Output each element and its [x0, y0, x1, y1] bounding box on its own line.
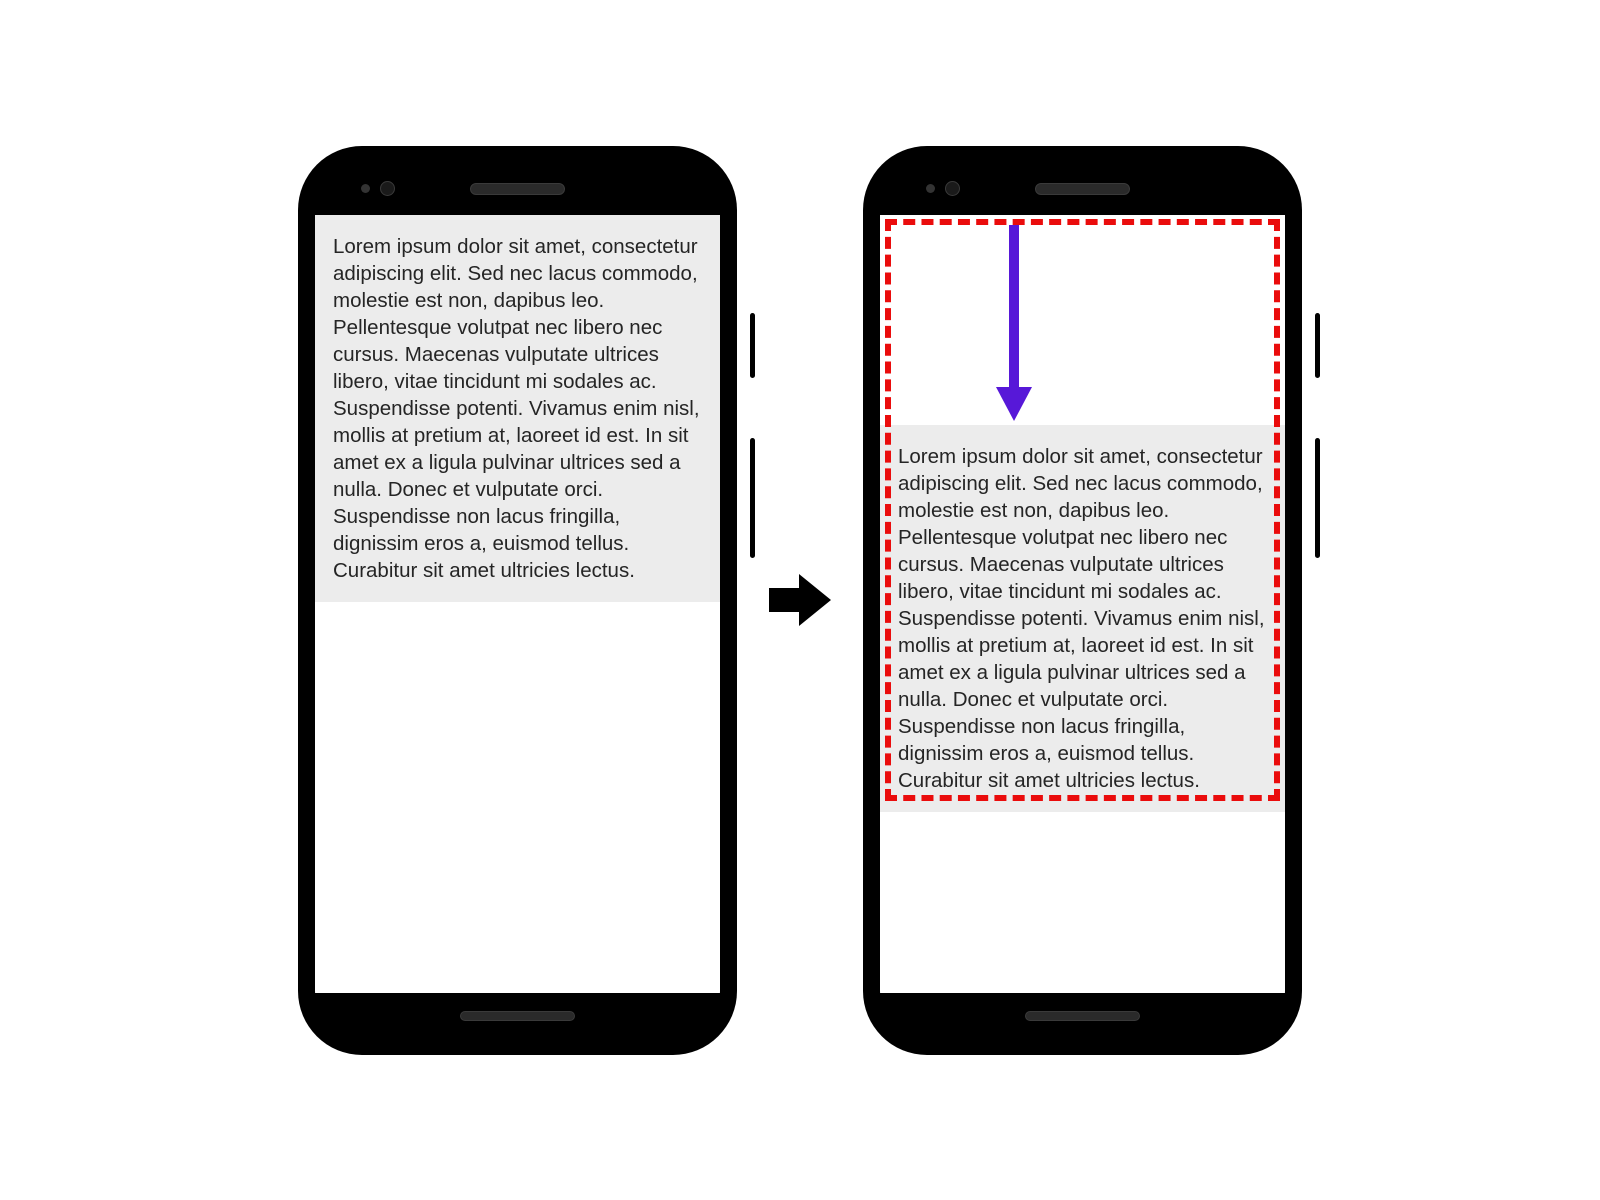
earpiece-speaker-icon — [1035, 183, 1130, 195]
volume-button-icon — [1315, 438, 1320, 558]
phone-frame-left: Lorem ipsum dolor sit amet, consectetur … — [300, 148, 735, 1053]
phone-screen-right: Lorem ipsum dolor sit amet, consectetur … — [880, 215, 1285, 993]
phone-bottom-bezel — [880, 993, 1285, 1040]
phone-sensors-icon — [926, 181, 960, 196]
bottom-speaker-icon — [1025, 1011, 1140, 1021]
text-content-shifted: Lorem ipsum dolor sit amet, consectetur … — [880, 425, 1285, 813]
text-content-initial: Lorem ipsum dolor sit amet, consectetur … — [315, 215, 720, 603]
volume-button-icon — [750, 438, 755, 558]
bottom-speaker-icon — [460, 1011, 575, 1021]
phone-frame-right: Lorem ipsum dolor sit amet, consectetur … — [865, 148, 1300, 1053]
phone-top-bezel — [880, 163, 1285, 215]
phone-left-wrapper: Lorem ipsum dolor sit amet, consectetur … — [300, 148, 735, 1053]
power-button-icon — [1315, 313, 1320, 378]
scroll-down-arrow-icon — [992, 225, 1036, 428]
layout-diagram: Lorem ipsum dolor sit amet, consectetur … — [300, 148, 1300, 1053]
phone-sensors-icon — [361, 181, 395, 196]
phone-screen-left: Lorem ipsum dolor sit amet, consectetur … — [315, 215, 720, 993]
earpiece-speaker-icon — [470, 183, 565, 195]
phone-top-bezel — [315, 163, 720, 215]
power-button-icon — [750, 313, 755, 378]
transition-arrow-icon — [763, 570, 837, 630]
phone-bottom-bezel — [315, 993, 720, 1040]
phone-right-wrapper: Lorem ipsum dolor sit amet, consectetur … — [865, 148, 1300, 1053]
